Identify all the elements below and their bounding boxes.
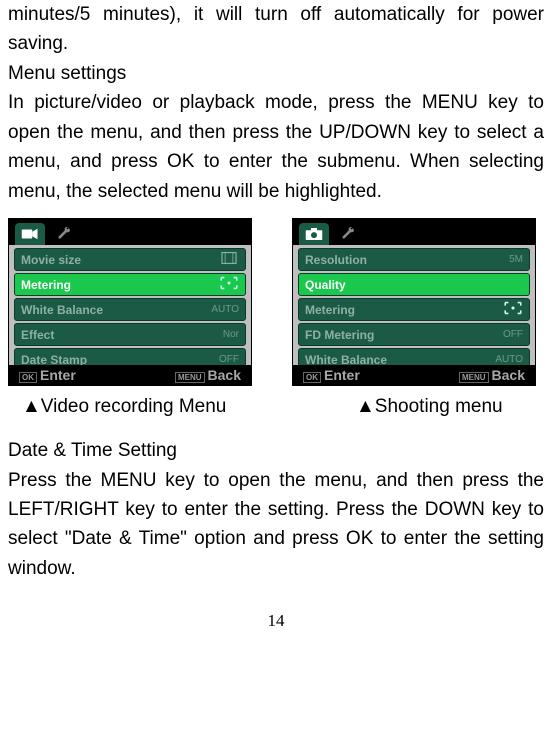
ok-key-icon: OK [19, 372, 37, 383]
menu-item-value [503, 301, 523, 318]
menu-body: Movie size Metering White Balance AUTO Effec… [9, 245, 251, 365]
wrench-icon [55, 226, 73, 242]
paragraph-menu-settings: In picture/video or playback mode, press… [8, 88, 544, 206]
caption-shooting-menu: ▲Shooting menu [322, 396, 503, 418]
menu-footer: OKEnter MENUBack [293, 365, 535, 385]
menu-item[interactable]: Metering [14, 273, 246, 296]
menu-key-icon: MENU [175, 372, 205, 383]
menu-item-label: Metering [305, 303, 355, 317]
footer-back: MENUBack [459, 367, 525, 383]
menu-item[interactable]: Metering [298, 298, 530, 321]
footer-enter: OKEnter [303, 367, 360, 383]
menu-item-label: White Balance [21, 303, 103, 317]
tab-settings[interactable] [49, 223, 79, 245]
paragraph-date-time: Press the MENU key to open the menu, and… [8, 466, 544, 584]
menu-item[interactable]: Resolution 5M [298, 248, 530, 271]
captions-row: ▲Video recording Menu ▲Shooting menu [8, 396, 544, 418]
menu-item-label: Metering [21, 278, 71, 292]
menu-item-label: Resolution [305, 253, 367, 267]
video-menu-screenshot: Movie size Metering White Balance AUTO Effec… [8, 218, 252, 386]
menu-key-icon: MENU [459, 372, 489, 383]
menu-item-value: AUTO [495, 354, 523, 365]
camera-icon [305, 226, 323, 242]
menu-item-value: 5M [509, 254, 523, 265]
menu-item[interactable]: FD Metering OFF [298, 323, 530, 346]
menu-item[interactable]: Movie size [14, 248, 246, 271]
tab-row [9, 219, 251, 245]
menu-item[interactable]: Quality [298, 273, 530, 296]
menu-body: Resolution 5M Quality Metering FD Metering OF… [293, 245, 535, 365]
menu-item[interactable]: White Balance AUTO [14, 298, 246, 321]
page: minutes/5 minutes), it will turn off aut… [0, 0, 552, 631]
menu-item-label: Movie size [21, 253, 81, 267]
video-camera-icon [21, 226, 39, 242]
menu-item-value: AUTO [211, 304, 239, 315]
shooting-menu-screenshot: Resolution 5M Quality Metering FD Metering OF… [292, 218, 536, 386]
tab-photo[interactable] [299, 223, 329, 245]
tab-row [293, 219, 535, 245]
heading-date-time: Date & Time Setting [8, 436, 544, 465]
menu-footer: OKEnter MENUBack [9, 365, 251, 385]
menu-item-label: Quality [305, 278, 346, 292]
menu-item[interactable]: Effect Nor [14, 323, 246, 346]
tab-settings[interactable] [333, 223, 363, 245]
heading-menu-settings: Menu settings [8, 59, 544, 88]
menu-item-label: FD Metering [305, 328, 374, 342]
menu-item-value: OFF [503, 329, 523, 340]
page-number: 14 [8, 611, 544, 631]
tab-video[interactable] [15, 223, 45, 245]
menu-item-value: OFF [219, 354, 239, 365]
menu-item-value: Nor [223, 329, 239, 340]
menu-item-label: Effect [21, 328, 54, 342]
menu-item-value [219, 251, 239, 268]
paragraph-powersave: minutes/5 minutes), it will turn off aut… [8, 0, 544, 59]
ok-key-icon: OK [303, 372, 321, 383]
footer-enter: OKEnter [19, 367, 76, 383]
menus-row: Movie size Metering White Balance AUTO Effec… [8, 218, 544, 386]
menu-item-value [219, 276, 239, 293]
wrench-icon [339, 226, 357, 242]
caption-video-menu: ▲Video recording Menu [8, 396, 322, 418]
footer-back: MENUBack [175, 367, 241, 383]
